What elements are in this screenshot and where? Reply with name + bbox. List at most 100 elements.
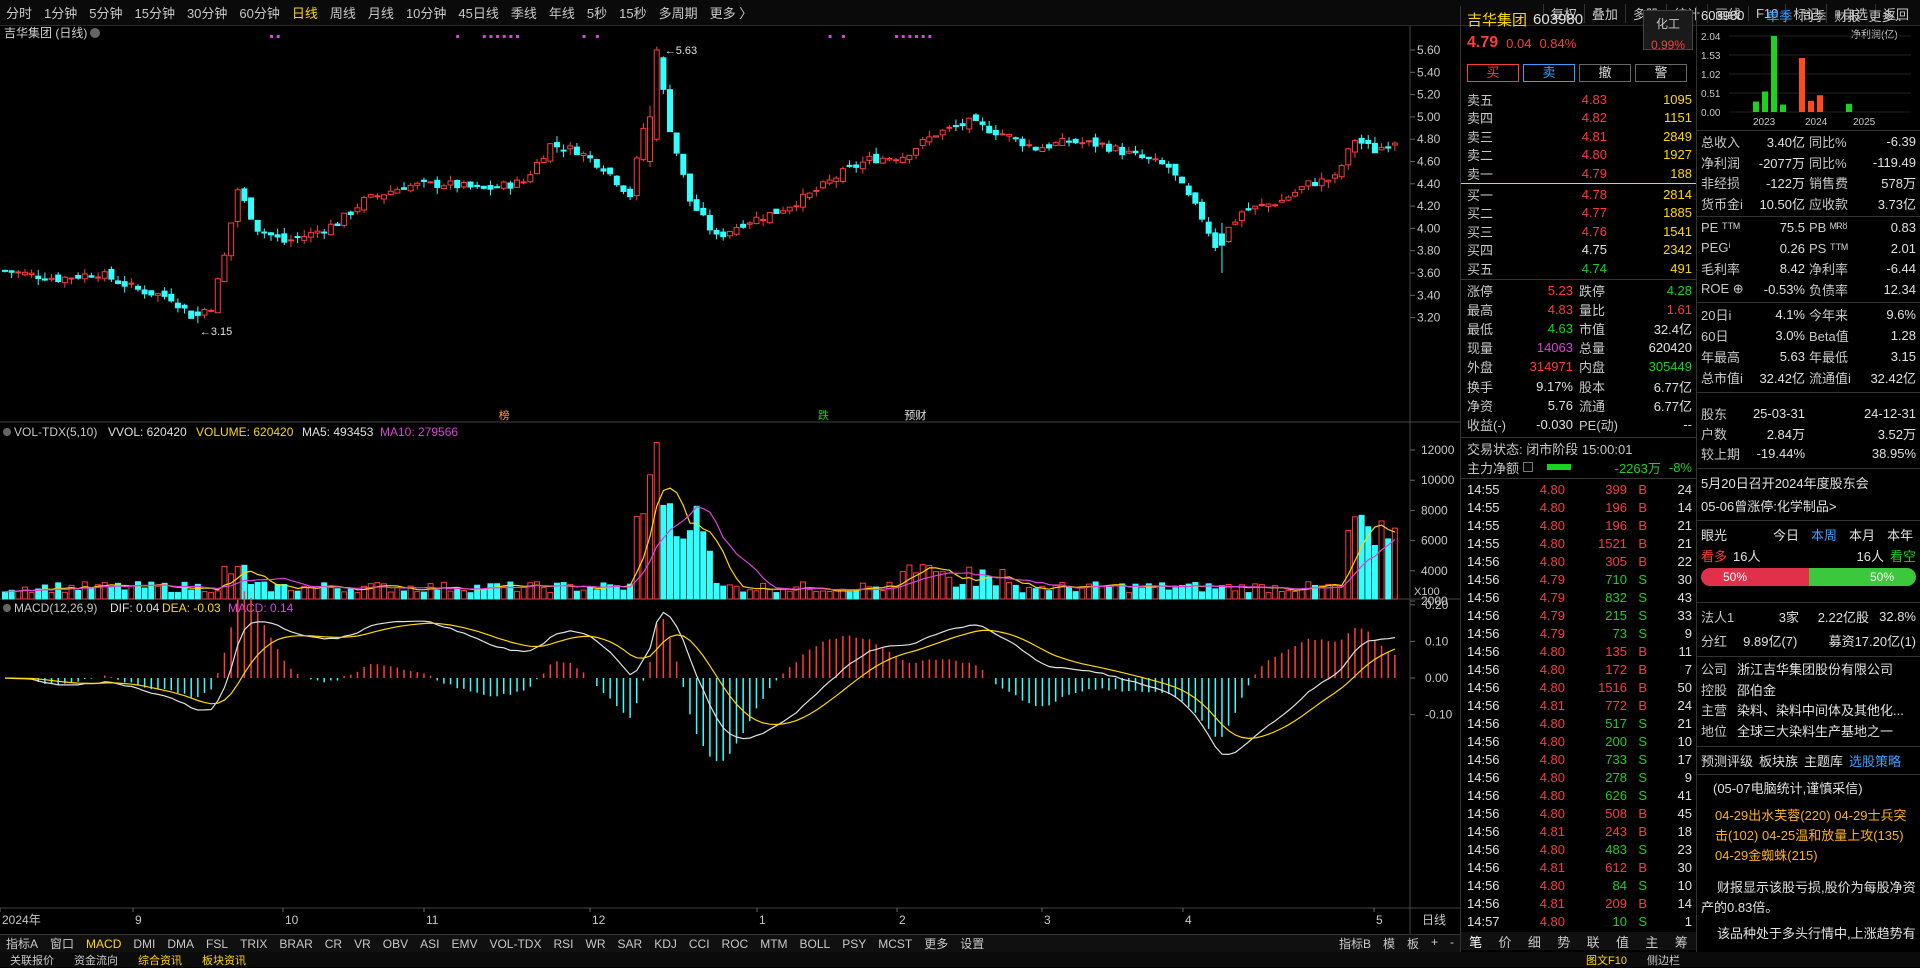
kline-candle[interactable] <box>919 139 926 147</box>
kline-candle[interactable] <box>1159 159 1166 165</box>
kline-candle[interactable] <box>314 230 321 234</box>
kline-candle[interactable] <box>1039 147 1046 152</box>
kline-candle[interactable] <box>700 207 707 216</box>
kline-candle[interactable] <box>188 310 195 319</box>
limit-up-note[interactable]: 05-06曾涨停:化学制品> <box>1701 496 1916 515</box>
kline-candle[interactable] <box>1312 181 1319 187</box>
kline-candle[interactable] <box>1145 156 1152 160</box>
period-tab[interactable]: 5秒 <box>587 3 607 22</box>
kline-candle[interactable] <box>1152 158 1159 161</box>
kline-candle[interactable] <box>1172 163 1179 176</box>
kline-candle[interactable] <box>720 231 727 238</box>
kline-candle[interactable] <box>1112 145 1119 152</box>
kline-candle[interactable] <box>633 157 640 196</box>
kline-candle[interactable] <box>527 174 534 183</box>
f10-tab[interactable]: 单季 <box>1766 6 1792 25</box>
kline-candle[interactable] <box>693 199 700 211</box>
kline-candle[interactable] <box>733 227 740 235</box>
kline-candle[interactable] <box>440 185 447 189</box>
period-tab[interactable]: 年线 <box>549 3 575 22</box>
kline-candle[interactable] <box>228 222 235 257</box>
kline-candle[interactable] <box>341 212 348 226</box>
kline-candle[interactable] <box>487 185 494 190</box>
indicator-b-button[interactable]: 模 <box>1377 935 1401 952</box>
kline-candle[interactable] <box>846 164 853 167</box>
kline-candle[interactable] <box>1238 211 1245 222</box>
kline-candle[interactable] <box>161 290 168 297</box>
kline-candle[interactable] <box>387 190 394 195</box>
kline-candle[interactable] <box>713 229 720 235</box>
period-tab[interactable]: 45日线 <box>458 3 498 22</box>
kline-candle[interactable] <box>952 125 959 128</box>
indicator-tab[interactable]: SAR <box>612 937 649 951</box>
kline-candle[interactable] <box>1332 174 1338 179</box>
period-tab[interactable]: 分时 <box>6 3 32 22</box>
indicator-tab[interactable]: BOLL <box>794 937 837 951</box>
kline-candle[interactable] <box>1185 185 1192 196</box>
quote-bottom-tab[interactable]: 筹 <box>1675 932 1688 951</box>
kline-candle[interactable] <box>866 155 873 161</box>
kline-candle[interactable] <box>1105 143 1112 152</box>
f10-tab[interactable]: 更多.. <box>1868 6 1901 25</box>
kline-candle[interactable] <box>75 274 82 279</box>
kline-candle[interactable] <box>241 188 248 201</box>
kline-candle[interactable] <box>613 175 620 186</box>
kline-candle[interactable] <box>979 121 986 125</box>
kline-candle[interactable] <box>859 161 866 170</box>
f10-link[interactable]: 选股策略 <box>1849 751 1901 770</box>
kline-candle[interactable] <box>141 289 148 295</box>
kline-candle[interactable] <box>507 182 514 189</box>
kline-candle[interactable] <box>307 232 314 238</box>
kline-candle[interactable] <box>321 231 328 234</box>
kline-candle[interactable] <box>480 185 487 189</box>
kline-candle[interactable] <box>281 233 288 243</box>
kline-candle[interactable] <box>826 179 833 184</box>
kline-candle[interactable] <box>1358 137 1365 144</box>
indicator-tab[interactable]: DMI <box>127 937 161 951</box>
quote-bottom-tab[interactable]: 联 <box>1587 932 1600 951</box>
kline-candle[interactable] <box>853 164 860 168</box>
indicator-tab[interactable]: MTM <box>754 937 793 951</box>
kline-candle[interactable] <box>1218 233 1225 246</box>
kline-candle[interactable] <box>760 218 767 221</box>
quote-bottom-tab[interactable]: 价 <box>1499 932 1512 951</box>
cancel-order-button[interactable]: 撤 <box>1579 64 1631 82</box>
period-tab[interactable]: 30分钟 <box>187 3 227 22</box>
kline-candle[interactable] <box>1371 142 1378 154</box>
indicator-tab[interactable]: BRAR <box>273 937 318 951</box>
kline-candle[interactable] <box>1245 208 1252 211</box>
kline-candle[interactable] <box>1125 150 1132 154</box>
f10-link[interactable]: 预测评级 <box>1701 751 1753 770</box>
kline-candle[interactable] <box>1119 146 1126 156</box>
indicator-tab[interactable]: VR <box>348 937 377 951</box>
f10-tab[interactable]: 同季 <box>1800 6 1826 25</box>
kline-candle[interactable] <box>95 276 102 279</box>
eye-tab[interactable]: 本月 <box>1849 525 1875 544</box>
status-right-link[interactable]: 侧边栏 <box>1637 952 1690 968</box>
kline-candle[interactable] <box>620 185 627 192</box>
macd-menu-icon[interactable] <box>3 604 11 612</box>
kline-candle[interactable] <box>88 275 95 278</box>
kline-candle[interactable] <box>580 152 587 157</box>
kline-candle[interactable] <box>1079 142 1086 145</box>
kline-candle[interactable] <box>1325 179 1332 183</box>
news-item[interactable]: 5月20日召开2024年度股东会 <box>1701 473 1916 492</box>
kline-candle[interactable] <box>886 158 893 161</box>
kline-candle[interactable] <box>879 157 886 164</box>
sentiment-bar[interactable]: 50% 50% <box>1701 568 1916 586</box>
kline-candle[interactable] <box>467 181 474 188</box>
kline-candle[interactable] <box>1099 142 1106 145</box>
kline-candle[interactable] <box>168 293 175 302</box>
indicator-tab[interactable]: OBV <box>377 937 414 951</box>
period-tab[interactable]: 5分钟 <box>89 3 122 22</box>
kline-candle[interactable] <box>254 219 261 232</box>
indicator-b-button[interactable]: 指标B <box>1333 935 1377 952</box>
kline-candle[interactable] <box>746 222 753 225</box>
indicator-tab[interactable]: CR <box>319 937 348 951</box>
kline-svg[interactable]: 吉华集团 (日线) 5.60 5.40 5.20 5.00 4.80 4.60 4.40 4.2… <box>0 26 1460 934</box>
event-marker[interactable]: 榜 <box>499 408 510 422</box>
kline-candle[interactable] <box>1052 142 1059 146</box>
eye-tab[interactable]: 本年 <box>1887 525 1913 544</box>
kline-candle[interactable] <box>740 223 747 228</box>
kline-candle[interactable] <box>108 268 115 280</box>
